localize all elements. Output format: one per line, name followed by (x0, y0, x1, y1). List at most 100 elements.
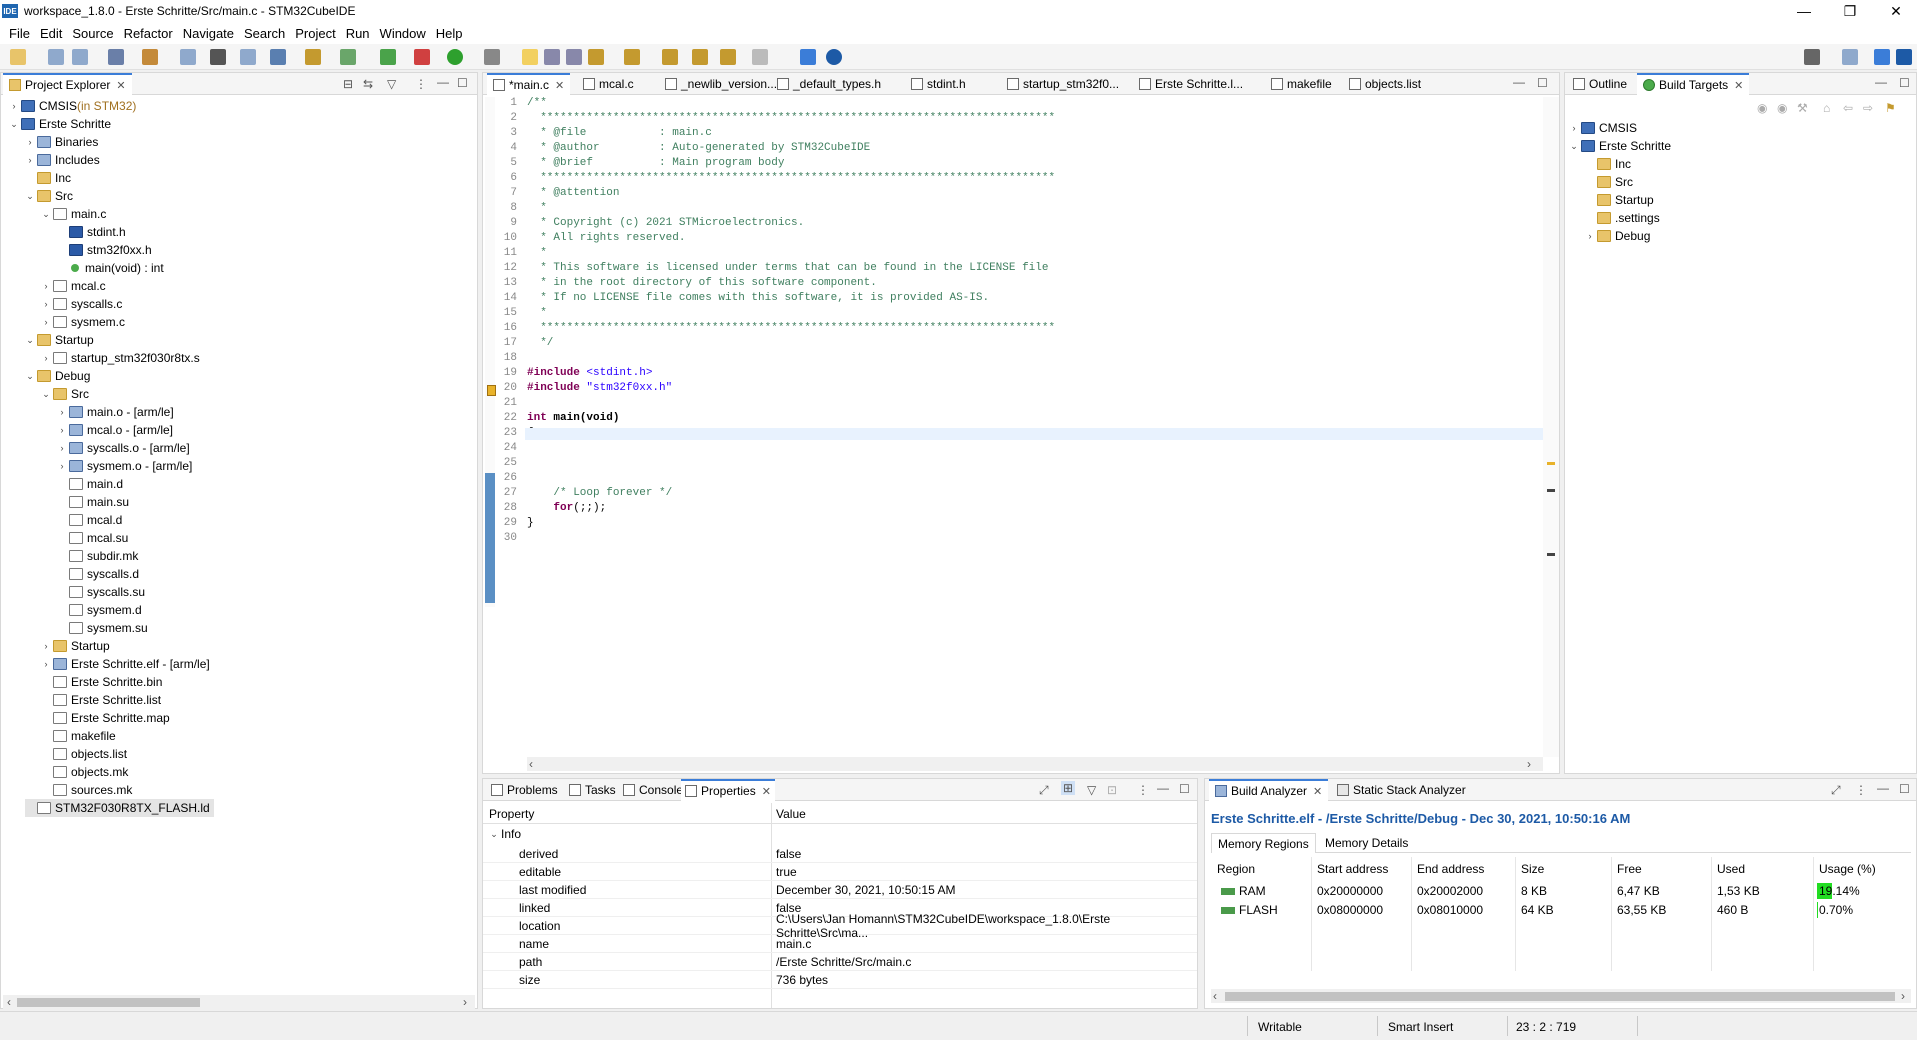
tab-build-targets[interactable]: Build Targets ✕ (1637, 73, 1750, 95)
tree-item[interactable]: sources.mk (41, 781, 132, 799)
tree-item[interactable]: main.d (57, 475, 123, 493)
code-line[interactable]: * If no LICENSE file comes with this sof… (527, 292, 989, 304)
editor-tab[interactable]: _default_types.h (771, 73, 887, 95)
tree-item[interactable]: › Erste Schritte.elf - [arm/le] (41, 655, 210, 673)
new-project-icon[interactable] (270, 49, 286, 65)
hammer-icon[interactable] (142, 49, 158, 65)
menu-search[interactable]: Search (239, 26, 290, 41)
view-menu-icon[interactable]: ⋮ (415, 77, 427, 91)
editor-tab[interactable]: stdint.h (905, 73, 972, 95)
tree-item[interactable]: › Debug (1585, 227, 1651, 245)
run-icon[interactable] (447, 49, 463, 65)
collapse-all-icon[interactable]: ⊟ (343, 77, 353, 91)
pin-icon[interactable]: ⤢ (1831, 783, 1841, 798)
prev-annotation-icon[interactable] (662, 49, 678, 65)
tree-item[interactable]: Inc (1585, 155, 1631, 173)
tree-item[interactable]: ⌄ Src (25, 187, 73, 205)
column-header-property[interactable]: Property (489, 807, 534, 821)
tree-item[interactable]: ⌄ Debug (25, 367, 90, 385)
tree-item[interactable]: Startup (1585, 191, 1654, 209)
minimize-button[interactable]: — (1781, 0, 1827, 22)
editor-tab[interactable]: Erste Schritte.l... (1133, 73, 1249, 95)
code-line[interactable]: * All rights reserved. (527, 232, 685, 244)
tree-item[interactable]: objects.mk (41, 763, 128, 781)
code-line[interactable]: int main(void) (527, 412, 619, 424)
property-row[interactable]: location C:\Users\Jan Homann\STM32CubeIDE… (483, 912, 1197, 940)
tab-problems[interactable]: Problems (487, 779, 562, 801)
editor-tab[interactable]: objects.list (1343, 73, 1427, 95)
chevron-right-icon[interactable]: › (57, 403, 67, 421)
tree-item[interactable]: › Includes (25, 151, 100, 169)
chevron-right-icon[interactable]: › (25, 151, 35, 169)
new-class-icon[interactable] (340, 49, 356, 65)
tree-item[interactable]: syscalls.d (57, 565, 139, 583)
editor-tab[interactable]: mcal.c (577, 73, 640, 95)
chevron-right-icon[interactable]: › (41, 295, 51, 313)
tree-item[interactable]: makefile (41, 727, 116, 745)
chevron-right-icon[interactable]: › (41, 349, 51, 367)
tree-item[interactable]: Erste Schritte.list (41, 691, 161, 709)
memory-region-row[interactable]: FLASH 0x08000000 0x08010000 64 KB 63,55 KB 46… (1211, 900, 1911, 919)
tab-project-explorer[interactable]: Project Explorer ✕ (3, 73, 132, 95)
close-icon[interactable]: ✕ (1313, 785, 1322, 798)
tree-item[interactable]: › sysmem.o - [arm/le] (57, 457, 193, 475)
menu-run[interactable]: Run (341, 26, 375, 41)
debug-icon[interactable] (414, 49, 430, 65)
tree-item[interactable]: › mcal.o - [arm/le] (57, 421, 174, 439)
minimize-view-icon[interactable]: — (1513, 75, 1525, 89)
categories-icon[interactable]: ⊞ (1061, 781, 1076, 795)
minimize-view-icon[interactable]: — (1157, 781, 1169, 795)
chevron-down-icon[interactable]: ⌄ (41, 205, 51, 223)
column-header[interactable]: Start address (1317, 862, 1388, 876)
memory-region-row[interactable]: RAM 0x20000000 0x20002000 8 KB 6,47 KB 1,53 K… (1211, 881, 1911, 900)
code-line[interactable]: #include "stm32f0xx.h" (527, 382, 672, 394)
tree-item[interactable]: ⌄ Src (41, 385, 89, 403)
maximize-view-icon[interactable]: ☐ (1537, 76, 1548, 90)
perspective-c-icon[interactable] (1874, 49, 1890, 65)
subtab-memory-regions[interactable]: Memory Regions (1211, 833, 1316, 853)
tree-item[interactable]: mcal.su (57, 529, 128, 547)
search-icon[interactable] (1804, 49, 1820, 65)
menu-window[interactable]: Window (375, 26, 431, 41)
chevron-down-icon[interactable]: ⌄ (25, 367, 35, 385)
code-line[interactable]: ****************************************… (527, 172, 1055, 184)
perspective-mx-icon[interactable] (1896, 49, 1912, 65)
chevron-down-icon[interactable]: ⌄ (41, 385, 51, 403)
close-button[interactable]: ✕ (1873, 0, 1917, 22)
search-icon[interactable] (544, 49, 560, 65)
code-line[interactable]: /* Loop forever */ (527, 487, 672, 499)
save-all-icon[interactable] (72, 49, 88, 65)
tab-build-analyzer[interactable]: Build Analyzer ✕ (1209, 779, 1329, 801)
minimize-view-icon[interactable]: — (437, 75, 449, 89)
tree-item[interactable]: › CMSIS (in STM32) (9, 97, 137, 115)
subtab-memory-details[interactable]: Memory Details (1319, 833, 1414, 853)
refresh-icon[interactable] (380, 49, 396, 65)
tree-item[interactable]: › startup_stm32f030r8tx.s (41, 349, 200, 367)
chevron-right-icon[interactable]: › (41, 277, 51, 295)
back-icon[interactable] (720, 49, 736, 65)
new-file-icon[interactable] (10, 49, 26, 65)
build-icon[interactable] (108, 49, 124, 65)
view-menu-icon[interactable]: ⋮ (1855, 783, 1867, 797)
tab-outline[interactable]: Outline (1569, 73, 1631, 95)
menu-help[interactable]: Help (431, 26, 468, 41)
code-line[interactable]: * (527, 247, 547, 259)
scrollbar-thumb[interactable] (17, 998, 200, 1007)
clean-icon[interactable]: ⚒ (1797, 101, 1808, 115)
code-line[interactable]: /** (527, 97, 547, 109)
property-row[interactable]: last modified December 30, 2021, 10:50:15… (483, 881, 1197, 899)
tree-item[interactable]: syscalls.su (57, 583, 145, 601)
tree-item[interactable]: › syscalls.c (41, 295, 123, 313)
build-analyzer-scrollbar[interactable]: ‹ › (1211, 989, 1911, 1003)
rebuild-icon[interactable]: ◉ (1777, 101, 1787, 115)
chevron-down-icon[interactable]: ⌄ (25, 331, 35, 349)
property-row[interactable]: editable true (483, 863, 1197, 881)
code-line[interactable]: * in the root directory of this software… (527, 277, 877, 289)
tree-item[interactable]: ⌄ Startup (25, 331, 93, 349)
tree-item[interactable]: sysmem.d (57, 601, 142, 619)
tree-item-selected[interactable]: STM32F030R8TX_FLASH.ld (25, 799, 214, 817)
chevron-down-icon[interactable]: ⌄ (489, 829, 499, 840)
tree-item[interactable]: sysmem.su (57, 619, 148, 637)
forward-icon[interactable] (752, 49, 768, 65)
debug-skip-icon[interactable] (210, 49, 226, 65)
